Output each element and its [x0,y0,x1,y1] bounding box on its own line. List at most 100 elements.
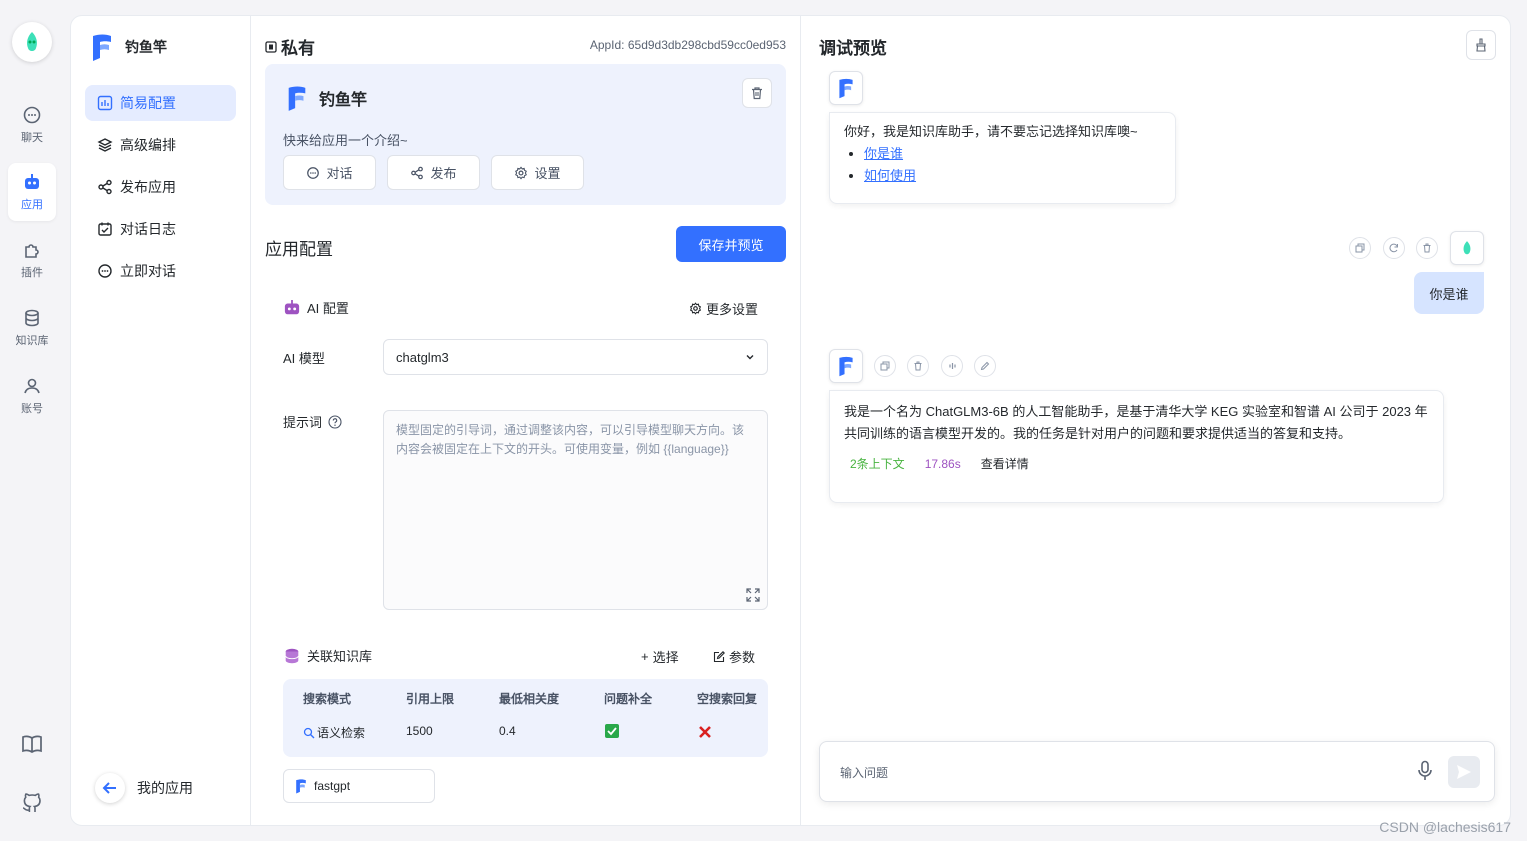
back-label: 我的应用 [137,780,193,796]
speaker-icon[interactable] [941,355,963,377]
database-icon [25,309,39,327]
rail-plugins-label: 插件 [21,267,43,279]
more-settings-button[interactable]: 更多设置 [689,299,758,318]
table-header: 搜索模式 [303,692,352,706]
gear-icon [515,165,528,180]
expand-icon[interactable] [745,587,761,603]
settings-button-label: 设置 [534,166,561,181]
kb-chip[interactable]: fastgpt [283,769,435,803]
preview-title: 调试预览 [819,39,887,58]
copy-icon[interactable] [874,355,896,377]
share-icon [98,179,112,195]
publish-button[interactable]: 发布 [387,155,480,190]
send-button[interactable] [1448,756,1480,788]
kb-settings-table: 搜索模式 引用上限 最低相关度 问题补全 空搜索回复 语义检索 1500 0.4 [283,679,768,757]
app-intro[interactable]: 快来给应用一个介绍~ [283,130,408,149]
gear-icon [689,302,702,315]
main-panel: 钓鱼竿 简易配置 高级编排 发布应用 对话日志 立即对话 我的应用 私有 App… [70,15,1511,826]
guide-link[interactable]: 如何使用 [864,168,916,183]
fastgpt-logo-icon [839,78,853,99]
robot-icon [284,299,300,314]
cross-icon [698,725,712,742]
reset-chat-button[interactable] [1466,30,1496,60]
rail-knowledge[interactable]: 知识库 [8,299,56,357]
search-mode-cell: 语义检索 [303,724,365,741]
github-icon[interactable] [20,790,44,814]
back-to-my-apps[interactable]: 我的应用 [95,773,193,803]
context-tag[interactable]: 2条上下文 [850,453,905,475]
limit-value: 1500 [406,724,433,738]
chat-button[interactable]: 对话 [283,155,376,190]
prompt-textarea[interactable]: 模型固定的引导词，通过调整该内容，可以引导模型聊天方向。该内容会被固定在上下文的… [383,410,768,610]
nav-advanced[interactable]: 高级编排 [85,127,236,163]
prompt-header: 提示词 [283,412,342,431]
model-select[interactable]: chatglm3 [383,339,768,375]
app-name-text: 钓鱼竿 [319,92,368,109]
refresh-icon[interactable] [1383,237,1405,259]
permission-label: 私有 [281,39,315,58]
app-config-title: 应用配置 [265,240,333,259]
check-icon [605,724,619,741]
copy-icon[interactable] [1349,237,1371,259]
nav-chat-now[interactable]: 立即对话 [85,253,236,289]
delete-app-button[interactable] [742,78,772,108]
ai-config-label: AI 配置 [307,301,349,316]
user-avatar[interactable] [12,22,52,62]
share-icon [411,166,424,179]
nav-publish[interactable]: 发布应用 [85,169,236,205]
config-column: 私有 AppId: 65d9d3db298cbd59cc0ed953 钓鱼竿 快… [251,16,801,825]
rail-apps-label: 应用 [21,199,43,211]
rail-account-label: 账号 [21,403,43,415]
user-avatar [1450,231,1484,265]
kb-params-label: 参数 [729,650,756,665]
plus-icon: + [641,649,649,664]
settings-button[interactable]: 设置 [491,155,584,190]
publish-button-label: 发布 [430,166,457,181]
chart-icon [97,95,113,111]
rail-chat[interactable]: 聊天 [8,96,56,154]
prompt-label: 提示词 [283,415,323,430]
nav-simple-config[interactable]: 简易配置 [85,85,236,121]
app-actions: 对话 发布 设置 [283,155,584,190]
book-icon[interactable] [20,732,44,756]
kb-params-button[interactable]: 参数 [713,647,755,666]
calendar-icon [98,222,112,236]
save-preview-button[interactable]: 保存并预览 [676,226,786,262]
details-tag[interactable]: 查看详情 [981,453,1029,475]
nav-logs[interactable]: 对话日志 [85,211,236,247]
welcome-message: 你好，我是知识库助手，请不要忘记选择知识库噢~ 你是谁 如何使用 [829,112,1176,204]
watermark: CSDN @lachesis617 [1379,819,1511,835]
bot-avatar [829,349,863,383]
rail-plugins[interactable]: 插件 [8,231,56,289]
chat-input-placeholder: 输入问题 [840,766,889,780]
app-info-card: 钓鱼竿 快来给应用一个介绍~ 对话 发布 设置 [265,64,786,205]
nav-publish-label: 发布应用 [120,179,176,195]
rail-account[interactable]: 账号 [8,367,56,425]
app-name: 钓鱼竿 [285,84,367,112]
puzzle-icon [25,244,39,258]
semantic-search-icon [303,727,315,738]
chat-input[interactable]: 输入问题 [819,741,1495,802]
kb-chip-label: fastgpt [314,779,351,793]
rail-apps[interactable]: 应用 [8,163,56,221]
app-id[interactable]: AppId: 65d9d3db298cbd59cc0ed953 [590,38,786,52]
nav-chat-now-label: 立即对话 [120,263,176,279]
fastgpt-logo-icon [296,779,306,794]
app-nav-title: 钓鱼竿 [125,39,167,55]
trash-icon[interactable] [1416,237,1438,259]
fastgpt-logo-icon [93,34,111,61]
fastgpt-logo-icon [839,356,853,377]
microphone-icon[interactable] [1416,760,1434,785]
arrow-left-icon [95,773,125,803]
chevron-down-icon [746,355,754,360]
min-relevance-value: 0.4 [499,724,516,738]
guide-link[interactable]: 你是谁 [864,146,903,161]
edit-icon[interactable] [974,355,996,377]
kb-select-button[interactable]: + 选择 [641,647,679,666]
kb-header: 关联知识库 [283,646,372,665]
question-icon[interactable] [328,414,342,429]
welcome-text: 你好，我是知识库助手，请不要忘记选择知识库噢~ [844,124,1138,139]
preview-column: 调试预览 你好，我是知识库助手，请不要忘记选择知识库噢~ 你是谁 如何使用 你是… [801,16,1510,825]
trash-icon[interactable] [907,355,929,377]
edit-icon [713,650,725,662]
